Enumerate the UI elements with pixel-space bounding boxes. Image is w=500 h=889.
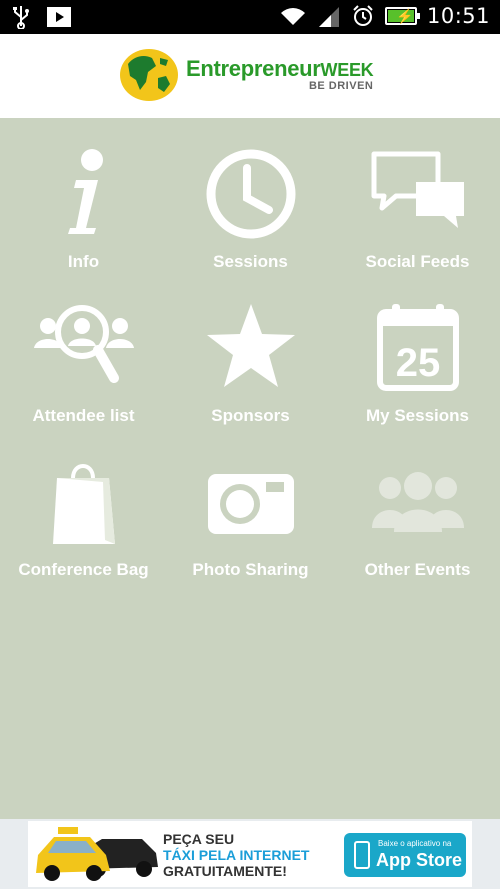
menu-item-label: Photo Sharing xyxy=(192,560,309,579)
app-store-badge[interactable]: Baixe o aplicativo na App Store xyxy=(344,833,466,877)
wifi-icon xyxy=(280,8,305,25)
calendar-day: 25 xyxy=(395,341,440,385)
group-icon xyxy=(371,472,464,532)
menu-item-label: Conference Bag xyxy=(18,560,149,579)
ad-copy: PEÇA SEU TÁXI PELA INTERNET GRATUITAMENT… xyxy=(163,831,310,879)
status-bar: ⚡ 10:51 xyxy=(0,0,500,34)
menu-item-label: My Sessions xyxy=(366,406,469,425)
shopping-bag-icon xyxy=(52,464,115,544)
signal-icon xyxy=(318,7,339,27)
calendar-icon: 25 xyxy=(376,304,459,391)
menu-item-info[interactable]: Info xyxy=(0,118,167,271)
chat-bubbles-icon xyxy=(371,151,464,228)
menu-item-label: Social Feeds xyxy=(365,252,470,271)
camera-icon xyxy=(207,474,294,534)
ad-banner[interactable]: PEÇA SEU TÁXI PELA INTERNET GRATUITAMENT… xyxy=(0,819,500,889)
menu-item-photo-sharing[interactable]: Photo Sharing xyxy=(167,426,334,579)
logo-tagline: BE DRIVEN xyxy=(308,80,374,92)
menu-item-conference-bag[interactable]: Conference Bag xyxy=(0,426,167,579)
usb-icon xyxy=(13,6,29,29)
menu-item-label: Attendee list xyxy=(32,406,135,425)
star-icon xyxy=(206,304,295,387)
ad-line-1: PEÇA SEU xyxy=(163,831,235,847)
menu-item-my-sessions[interactable]: 25 My Sessions xyxy=(334,272,500,425)
ad-line-3: GRATUITAMENTE! xyxy=(163,863,287,879)
app-store-caption: Baixe o aplicativo na xyxy=(378,839,452,848)
menu-item-social-feeds[interactable]: Social Feeds xyxy=(334,118,500,271)
menu-item-label: Info xyxy=(67,252,100,271)
people-search-icon xyxy=(33,305,134,383)
clock-time: 10:51 xyxy=(426,4,490,28)
menu-item-label: Other Events xyxy=(364,560,471,579)
menu-item-sessions[interactable]: Sessions xyxy=(167,118,334,271)
info-icon xyxy=(67,149,103,234)
app-header: EntrepreneurWEEK BE DRIVEN xyxy=(0,34,500,118)
ad-line-2: TÁXI PELA INTERNET xyxy=(163,847,310,863)
menu-item-sponsors[interactable]: Sponsors xyxy=(167,272,334,425)
play-store-icon xyxy=(47,7,71,27)
logo-wordmark: EntrepreneurWEEK xyxy=(186,56,374,81)
taxi-car-icon xyxy=(36,827,158,881)
app-store-label: App Store xyxy=(376,850,463,870)
alarm-icon xyxy=(353,5,373,26)
menu-item-attendee-list[interactable]: Attendee list xyxy=(0,272,167,425)
phone-icon xyxy=(354,841,370,869)
menu-item-other-events[interactable]: Other Events xyxy=(334,426,500,579)
menu-item-label: Sessions xyxy=(213,252,288,271)
battery-icon: ⚡ xyxy=(384,7,420,25)
entrepreneur-week-logo: EntrepreneurWEEK BE DRIVEN xyxy=(118,46,374,102)
clock-icon xyxy=(206,149,295,239)
menu-item-label: Sponsors xyxy=(211,406,290,425)
globe-icon xyxy=(120,49,178,101)
